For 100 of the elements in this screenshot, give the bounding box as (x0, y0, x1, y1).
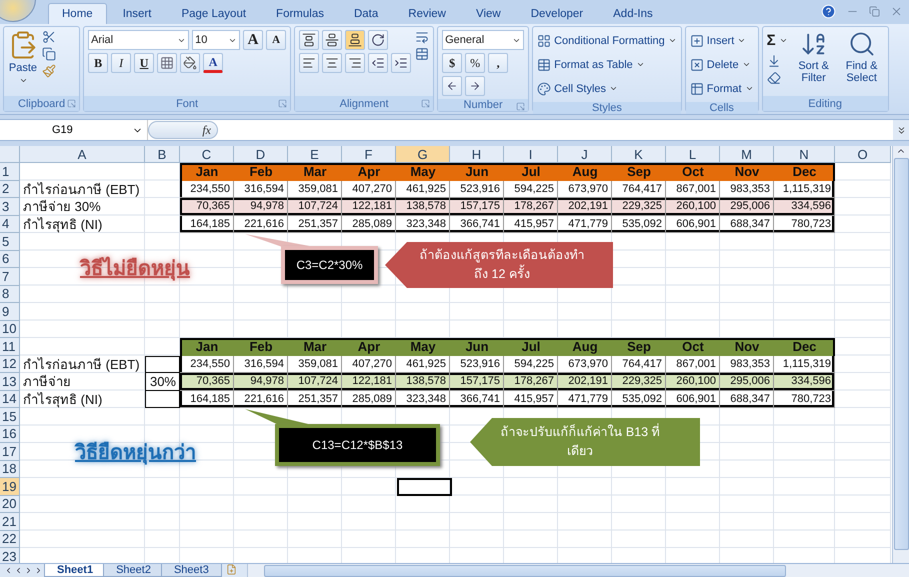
column-header[interactable]: G (396, 146, 450, 163)
decrease-decimal-button[interactable] (465, 76, 486, 96)
row-header[interactable]: 22 (0, 530, 20, 548)
column-header[interactable]: K (612, 146, 666, 163)
ribbon-tab[interactable]: Review (394, 3, 460, 24)
grow-font-button[interactable]: A (243, 30, 264, 50)
column-header[interactable]: C (180, 146, 234, 163)
next-sheet-icon[interactable] (24, 566, 33, 575)
font-color-button[interactable]: A (203, 53, 224, 73)
row-header[interactable]: 7 (0, 268, 20, 286)
increase-indent-button[interactable] (391, 53, 412, 73)
paste-button[interactable]: Paste (8, 30, 38, 85)
ribbon-tab[interactable]: Home (48, 3, 107, 24)
number-format-field[interactable]: General (442, 30, 524, 50)
ribbon-tab[interactable]: Data (340, 3, 392, 24)
comma-button[interactable]: , (488, 53, 508, 73)
ribbon-tab[interactable]: Add-Ins (599, 3, 667, 24)
column-header[interactable]: N (774, 146, 835, 163)
row-header[interactable]: 11 (0, 338, 20, 356)
italic-button[interactable]: I (111, 53, 132, 73)
help-icon[interactable] (821, 4, 836, 19)
delete-cells-button[interactable]: Delete (690, 54, 751, 75)
row-header[interactable]: 9 (0, 303, 20, 320)
increase-decimal-button[interactable] (442, 76, 462, 96)
vertical-align-button[interactable] (345, 30, 366, 50)
row-header[interactable]: 4 (0, 216, 20, 233)
column-header[interactable]: L (666, 146, 720, 163)
function-button[interactable]: fx (148, 121, 218, 139)
row-header[interactable]: 23 (0, 548, 20, 563)
fill-color-button[interactable] (180, 53, 200, 73)
row-header[interactable]: 13 (0, 373, 20, 390)
row-header[interactable]: 21 (0, 513, 20, 530)
column-header[interactable]: E (288, 146, 342, 163)
percent-button[interactable]: % (465, 53, 486, 73)
sheet-tab[interactable]: Sheet3 (160, 564, 222, 577)
merge-cells-icon[interactable] (415, 47, 430, 61)
column-header[interactable]: H (450, 146, 504, 163)
horizontal-scrollbar[interactable] (246, 564, 909, 577)
font-size-field[interactable]: 10 (192, 30, 240, 50)
first-sheet-icon[interactable] (4, 566, 13, 575)
row-header[interactable]: 1 (0, 163, 20, 180)
conditional-formatting-button[interactable]: Conditional Formatting (537, 30, 677, 51)
format-painter-icon[interactable] (42, 64, 56, 78)
row-header[interactable]: 3 (0, 198, 20, 216)
vertical-scrollbar[interactable] (892, 146, 909, 563)
font-name-field[interactable]: Arial (88, 30, 190, 50)
row-header[interactable]: 12 (0, 356, 20, 373)
cut-icon[interactable] (42, 30, 56, 44)
align-center-button[interactable] (322, 53, 342, 73)
decrease-indent-button[interactable] (368, 53, 388, 73)
close-icon[interactable] (890, 5, 903, 18)
underline-button[interactable]: U (134, 53, 154, 73)
row-header[interactable]: 6 (0, 250, 20, 268)
copy-icon[interactable] (42, 47, 56, 61)
cell-cursor[interactable] (397, 478, 452, 496)
row-header[interactable]: 15 (0, 408, 20, 426)
insert-cells-button[interactable]: Insert (690, 30, 746, 51)
sort-filter-button[interactable]: Sort & Filter (792, 30, 836, 84)
format-cells-button[interactable]: Format (690, 78, 754, 99)
row-header[interactable]: 19 (0, 478, 20, 496)
orientation-button[interactable] (368, 30, 388, 50)
row-header[interactable]: 14 (0, 390, 20, 408)
row-header[interactable]: 20 (0, 496, 20, 513)
ribbon-tab[interactable]: View (462, 3, 515, 24)
format-as-table-button[interactable]: Format as Table (537, 54, 645, 75)
find-select-button[interactable]: Find & Select (840, 30, 884, 84)
borders-button[interactable] (157, 53, 178, 73)
row-header[interactable]: 8 (0, 286, 20, 303)
restore-icon[interactable] (869, 6, 880, 17)
ribbon-tab[interactable]: Page Layout (167, 3, 260, 24)
ribbon-tab[interactable]: Formulas (262, 3, 338, 24)
column-header[interactable]: I (504, 146, 558, 163)
insert-sheet-icon[interactable] (226, 564, 237, 575)
vertical-align-button[interactable] (299, 30, 320, 50)
row-header[interactable]: 18 (0, 460, 20, 478)
sheet-tab[interactable]: Sheet2 (103, 564, 164, 577)
column-header[interactable]: D (234, 146, 288, 163)
column-header[interactable]: M (720, 146, 774, 163)
expand-formula-bar-button[interactable] (893, 120, 909, 140)
column-header[interactable]: A (20, 146, 145, 163)
ribbon-tab[interactable]: Insert (108, 3, 166, 24)
ribbon-tab[interactable]: Developer (516, 3, 598, 24)
currency-button[interactable]: $ (442, 53, 462, 73)
autosum-button[interactable]: Σ (766, 30, 788, 51)
row-header[interactable]: 10 (0, 320, 20, 338)
align-left-button[interactable] (299, 53, 320, 73)
previous-sheet-icon[interactable] (14, 566, 23, 575)
row-header[interactable]: 17 (0, 443, 20, 460)
wrap-text-icon[interactable] (415, 30, 430, 44)
vertical-align-button[interactable] (322, 30, 342, 50)
fill-icon[interactable] (766, 54, 781, 68)
column-header[interactable]: F (342, 146, 396, 163)
last-sheet-icon[interactable] (34, 566, 43, 575)
column-header[interactable]: O (835, 146, 891, 163)
column-header[interactable]: J (558, 146, 612, 163)
row-header[interactable]: 16 (0, 426, 20, 443)
column-header[interactable]: B (145, 146, 180, 163)
eraser-icon[interactable] (766, 71, 781, 85)
shrink-font-button[interactable]: A (266, 30, 286, 50)
cell-styles-button[interactable]: Cell Styles (537, 78, 618, 99)
